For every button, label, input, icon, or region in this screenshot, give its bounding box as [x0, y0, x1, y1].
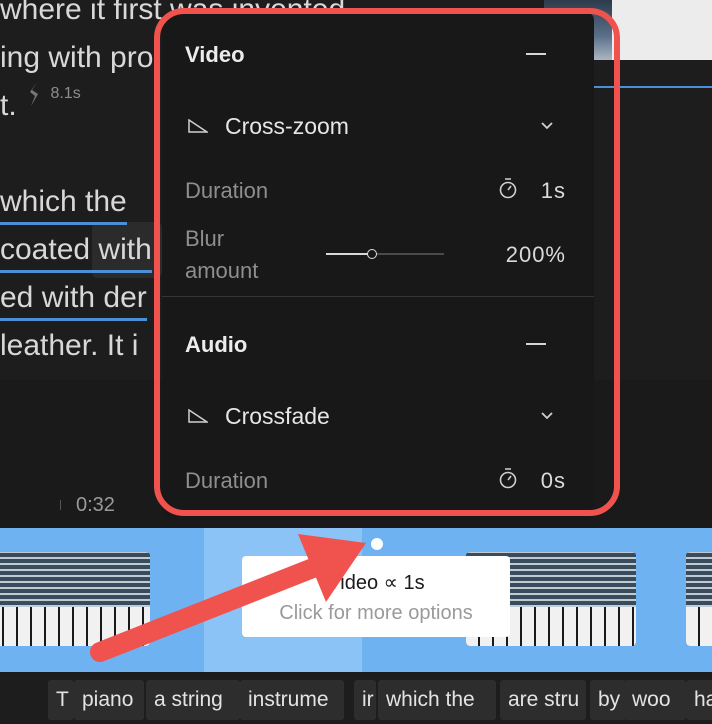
transition-handle[interactable] [371, 538, 383, 550]
transcript-line[interactable]: leather. It i [0, 328, 138, 364]
word-chip[interactable]: which the [378, 680, 496, 720]
word-chip[interactable]: are stru [500, 680, 586, 720]
annotation-highlight-box [154, 8, 620, 516]
pause-wave-icon [30, 82, 38, 106]
tooltip-title: Video ∝ 1s [327, 572, 425, 594]
word-chip[interactable]: woo [624, 680, 686, 720]
word-chip[interactable]: a string [146, 680, 240, 720]
tooltip-subtitle: Click for more options [279, 602, 473, 624]
video-clip[interactable] [0, 552, 150, 646]
ruler-tick [60, 500, 61, 510]
word-chip[interactable]: ha [686, 680, 712, 720]
word-strip: T piano a string instrume ir which the a… [0, 676, 712, 724]
transition-tooltip[interactable]: Video ∝ 1s Click for more options [242, 556, 510, 637]
transcript-line[interactable]: t. [0, 88, 17, 124]
word-chip[interactable]: ir [354, 680, 376, 720]
word-chip[interactable]: instrume [240, 680, 344, 720]
word-chip[interactable]: T [48, 680, 74, 720]
pause-duration: 8.1s [50, 85, 81, 102]
transcript-line[interactable]: ing with pro [0, 40, 153, 76]
word-chip[interactable]: piano [74, 680, 144, 720]
transcript-line[interactable]: ed with der [0, 280, 147, 321]
transcript-line[interactable]: coated with [0, 232, 152, 273]
clip-thumbnail[interactable] [612, 0, 712, 60]
word-chip[interactable]: by [590, 680, 626, 720]
ruler-time-label: 0:32 [76, 494, 115, 516]
pause-marker[interactable]: 8.1s [28, 82, 81, 106]
transcript-line[interactable]: which the [0, 184, 127, 225]
video-clip[interactable] [686, 552, 712, 646]
